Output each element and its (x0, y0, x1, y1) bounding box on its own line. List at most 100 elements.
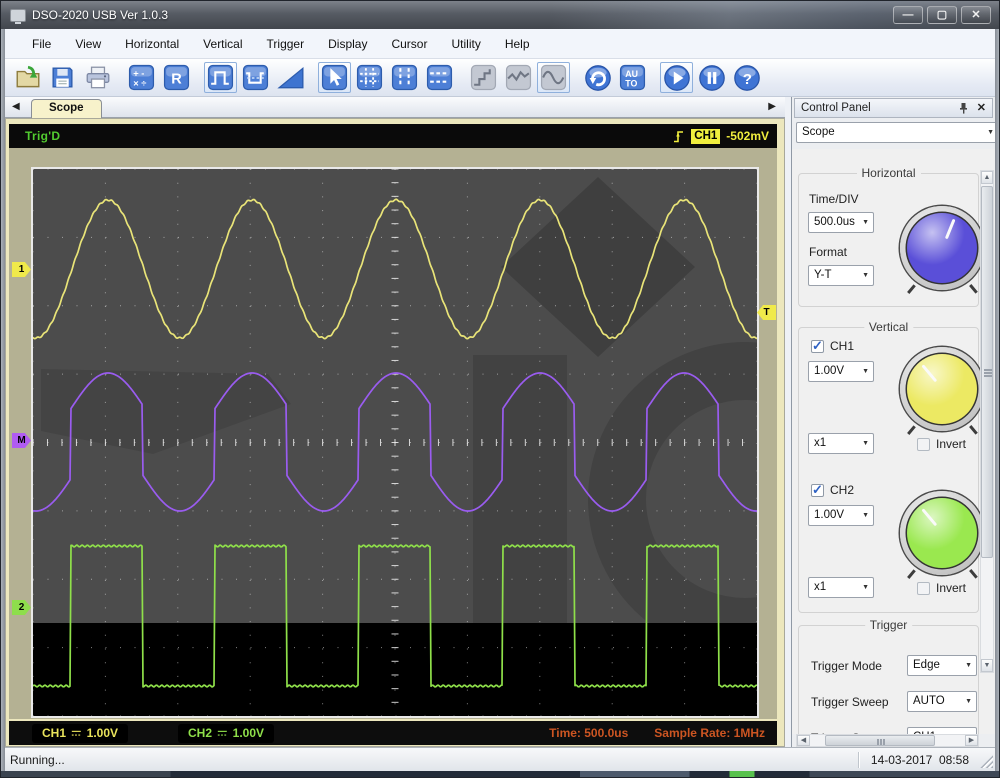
ch2-position-knob[interactable] (900, 491, 984, 579)
tab-scope[interactable]: Scope (31, 99, 102, 118)
scroll-up-icon[interactable]: ▲ (981, 171, 993, 184)
maximize-button[interactable]: ▢ (927, 6, 957, 24)
ch2-probe-value: x1 (814, 581, 827, 593)
menu-utility[interactable]: Utility (440, 33, 491, 55)
grid-icon (356, 64, 383, 91)
reference-button[interactable]: R (160, 62, 193, 93)
menu-view[interactable]: View (64, 33, 112, 55)
horizontal-scroll-thumb[interactable] (825, 735, 935, 746)
trigger-group-title: Trigger (864, 618, 913, 632)
pulse-rise-icon (207, 64, 234, 91)
panel-close-icon[interactable]: ✕ (977, 103, 986, 114)
time-div-dropdown[interactable]: 500.0us (808, 212, 874, 233)
horizontal-cursors-icon (426, 64, 453, 91)
toolbar: + - × ÷ R AU TO? (5, 59, 995, 97)
ch2-invert-checkbox[interactable] (917, 581, 930, 595)
panel-vertical-scrollbar[interactable]: ▲ ▼ (980, 170, 994, 673)
window-frame-left (1, 29, 5, 771)
panel-selector-dropdown[interactable]: Scope (796, 122, 999, 143)
save-button[interactable] (46, 62, 79, 93)
menu-trigger[interactable]: Trigger (256, 33, 316, 55)
run-button[interactable] (660, 62, 693, 93)
resize-grip[interactable] (979, 754, 993, 768)
ch2-scale-value: 1.00V (232, 726, 264, 740)
ch1-probe-dropdown[interactable]: x1 (808, 433, 874, 454)
menu-vertical[interactable]: Vertical (192, 33, 253, 55)
vertical-cursors-icon (391, 64, 418, 91)
pulse-fall-button[interactable] (239, 62, 272, 93)
pause-button[interactable] (695, 62, 728, 93)
status-bar: Running... 14-03-2017 08:58 (5, 747, 995, 771)
ch1-invert-checkbox[interactable] (917, 437, 930, 451)
ch1-checkbox-label: CH1 (830, 339, 855, 353)
svg-text:+ -: + - (133, 68, 144, 78)
pulse-rise-button[interactable] (204, 62, 237, 93)
menu-horizontal[interactable]: Horizontal (114, 33, 190, 55)
status-text: Running... (10, 752, 65, 767)
panel-horizontal-scrollbar[interactable]: ◀ ▶ (796, 734, 979, 747)
open-button[interactable] (11, 62, 44, 93)
format-dropdown[interactable]: Y-T (808, 265, 874, 286)
scope-client: Trig'D CH1 -502mV 1 M 2 T CH1 1.00V CH2 … (5, 118, 902, 747)
tab-scroll-left-icon[interactable]: ◀ (12, 101, 20, 113)
noisy-wave-icon (505, 64, 532, 91)
ramp-button[interactable] (274, 62, 307, 93)
ch2-enable-checkbox[interactable] (811, 482, 824, 498)
pin-icon[interactable] (958, 102, 969, 114)
menu-help[interactable]: Help (494, 33, 541, 55)
autoset-icon: AUTO (619, 64, 646, 91)
menu-file[interactable]: File (21, 33, 62, 55)
time-per-div-readout: Time: 500.0us (549, 726, 629, 740)
scroll-down-icon[interactable]: ▼ (981, 659, 993, 672)
menu-cursor[interactable]: Cursor (380, 33, 438, 55)
pulse-fall-icon (242, 64, 269, 91)
main-area: ◀ Scope ▶ Trig'D CH1 -502mV 1 M 2 T CH1 … (5, 97, 999, 747)
grid-button[interactable] (353, 62, 386, 93)
scroll-right-icon[interactable]: ▶ (965, 735, 978, 746)
scroll-left-icon[interactable]: ◀ (797, 735, 810, 746)
ch1-enable-checkbox[interactable] (811, 338, 824, 354)
svg-text:?: ? (742, 70, 751, 87)
help-button[interactable]: ? (730, 62, 763, 93)
time-div-value: 500.0us (814, 216, 855, 228)
step-wave-button (467, 62, 500, 93)
app-window: DSO-2020 USB Ver 1.0.3 — ▢ ✕ File View Hor… (0, 0, 1000, 778)
rising-edge-icon (674, 131, 684, 143)
vertical-cursors-button[interactable] (388, 62, 421, 93)
ch1-position-knob[interactable] (900, 347, 984, 435)
trigger-mode-dropdown[interactable]: Edge (907, 655, 977, 676)
trigger-source-dropdown[interactable]: CH1 (907, 727, 977, 734)
pointer-button[interactable] (318, 62, 351, 93)
refresh-button[interactable] (581, 62, 614, 93)
tab-scroll-right-icon[interactable]: ▶ (768, 101, 776, 113)
close-button[interactable]: ✕ (961, 6, 991, 24)
format-label: Format (809, 245, 848, 259)
ch2-volts-dropdown[interactable]: 1.00V (808, 505, 874, 526)
trigger-level-value: -502mV (726, 129, 769, 143)
trigger-sweep-dropdown[interactable]: AUTO (907, 691, 977, 712)
ch2-probe-dropdown[interactable]: x1 (808, 577, 874, 598)
trigger-mode-value: Edge (913, 659, 940, 671)
ch1-volts-dropdown[interactable]: 1.00V (808, 361, 874, 382)
print-icon (86, 66, 109, 88)
horizontal-position-knob[interactable] (900, 206, 984, 294)
dc-coupling-icon (71, 730, 81, 736)
print-button[interactable] (81, 62, 114, 93)
autoset-button[interactable]: AU TO (616, 62, 649, 93)
horizontal-cursors-button[interactable] (423, 62, 456, 93)
math-button[interactable]: + - × ÷ (125, 62, 158, 93)
menu-display[interactable]: Display (317, 33, 378, 55)
ch2-volts-value: 1.00V (814, 509, 845, 521)
svg-text:TO: TO (625, 78, 637, 88)
vertical-scroll-thumb[interactable] (981, 186, 993, 558)
trigger-sweep-label: Trigger Sweep (811, 695, 889, 709)
math-icon: + -× ÷ (128, 64, 155, 91)
waveform-display (31, 167, 902, 718)
control-panel-body: Horizontal Time/DIV 500.0us Format Y-T (792, 149, 995, 734)
minimize-button[interactable]: — (893, 6, 923, 24)
trigger-group: Trigger Trigger Mode Edge Trigger Sweep … (798, 618, 979, 734)
time-div-label: Time/DIV (809, 192, 859, 206)
ch1-invert-label: Invert (936, 437, 967, 451)
help-icon: ? (733, 64, 760, 91)
control-panel-title: Control Panel (801, 102, 871, 114)
